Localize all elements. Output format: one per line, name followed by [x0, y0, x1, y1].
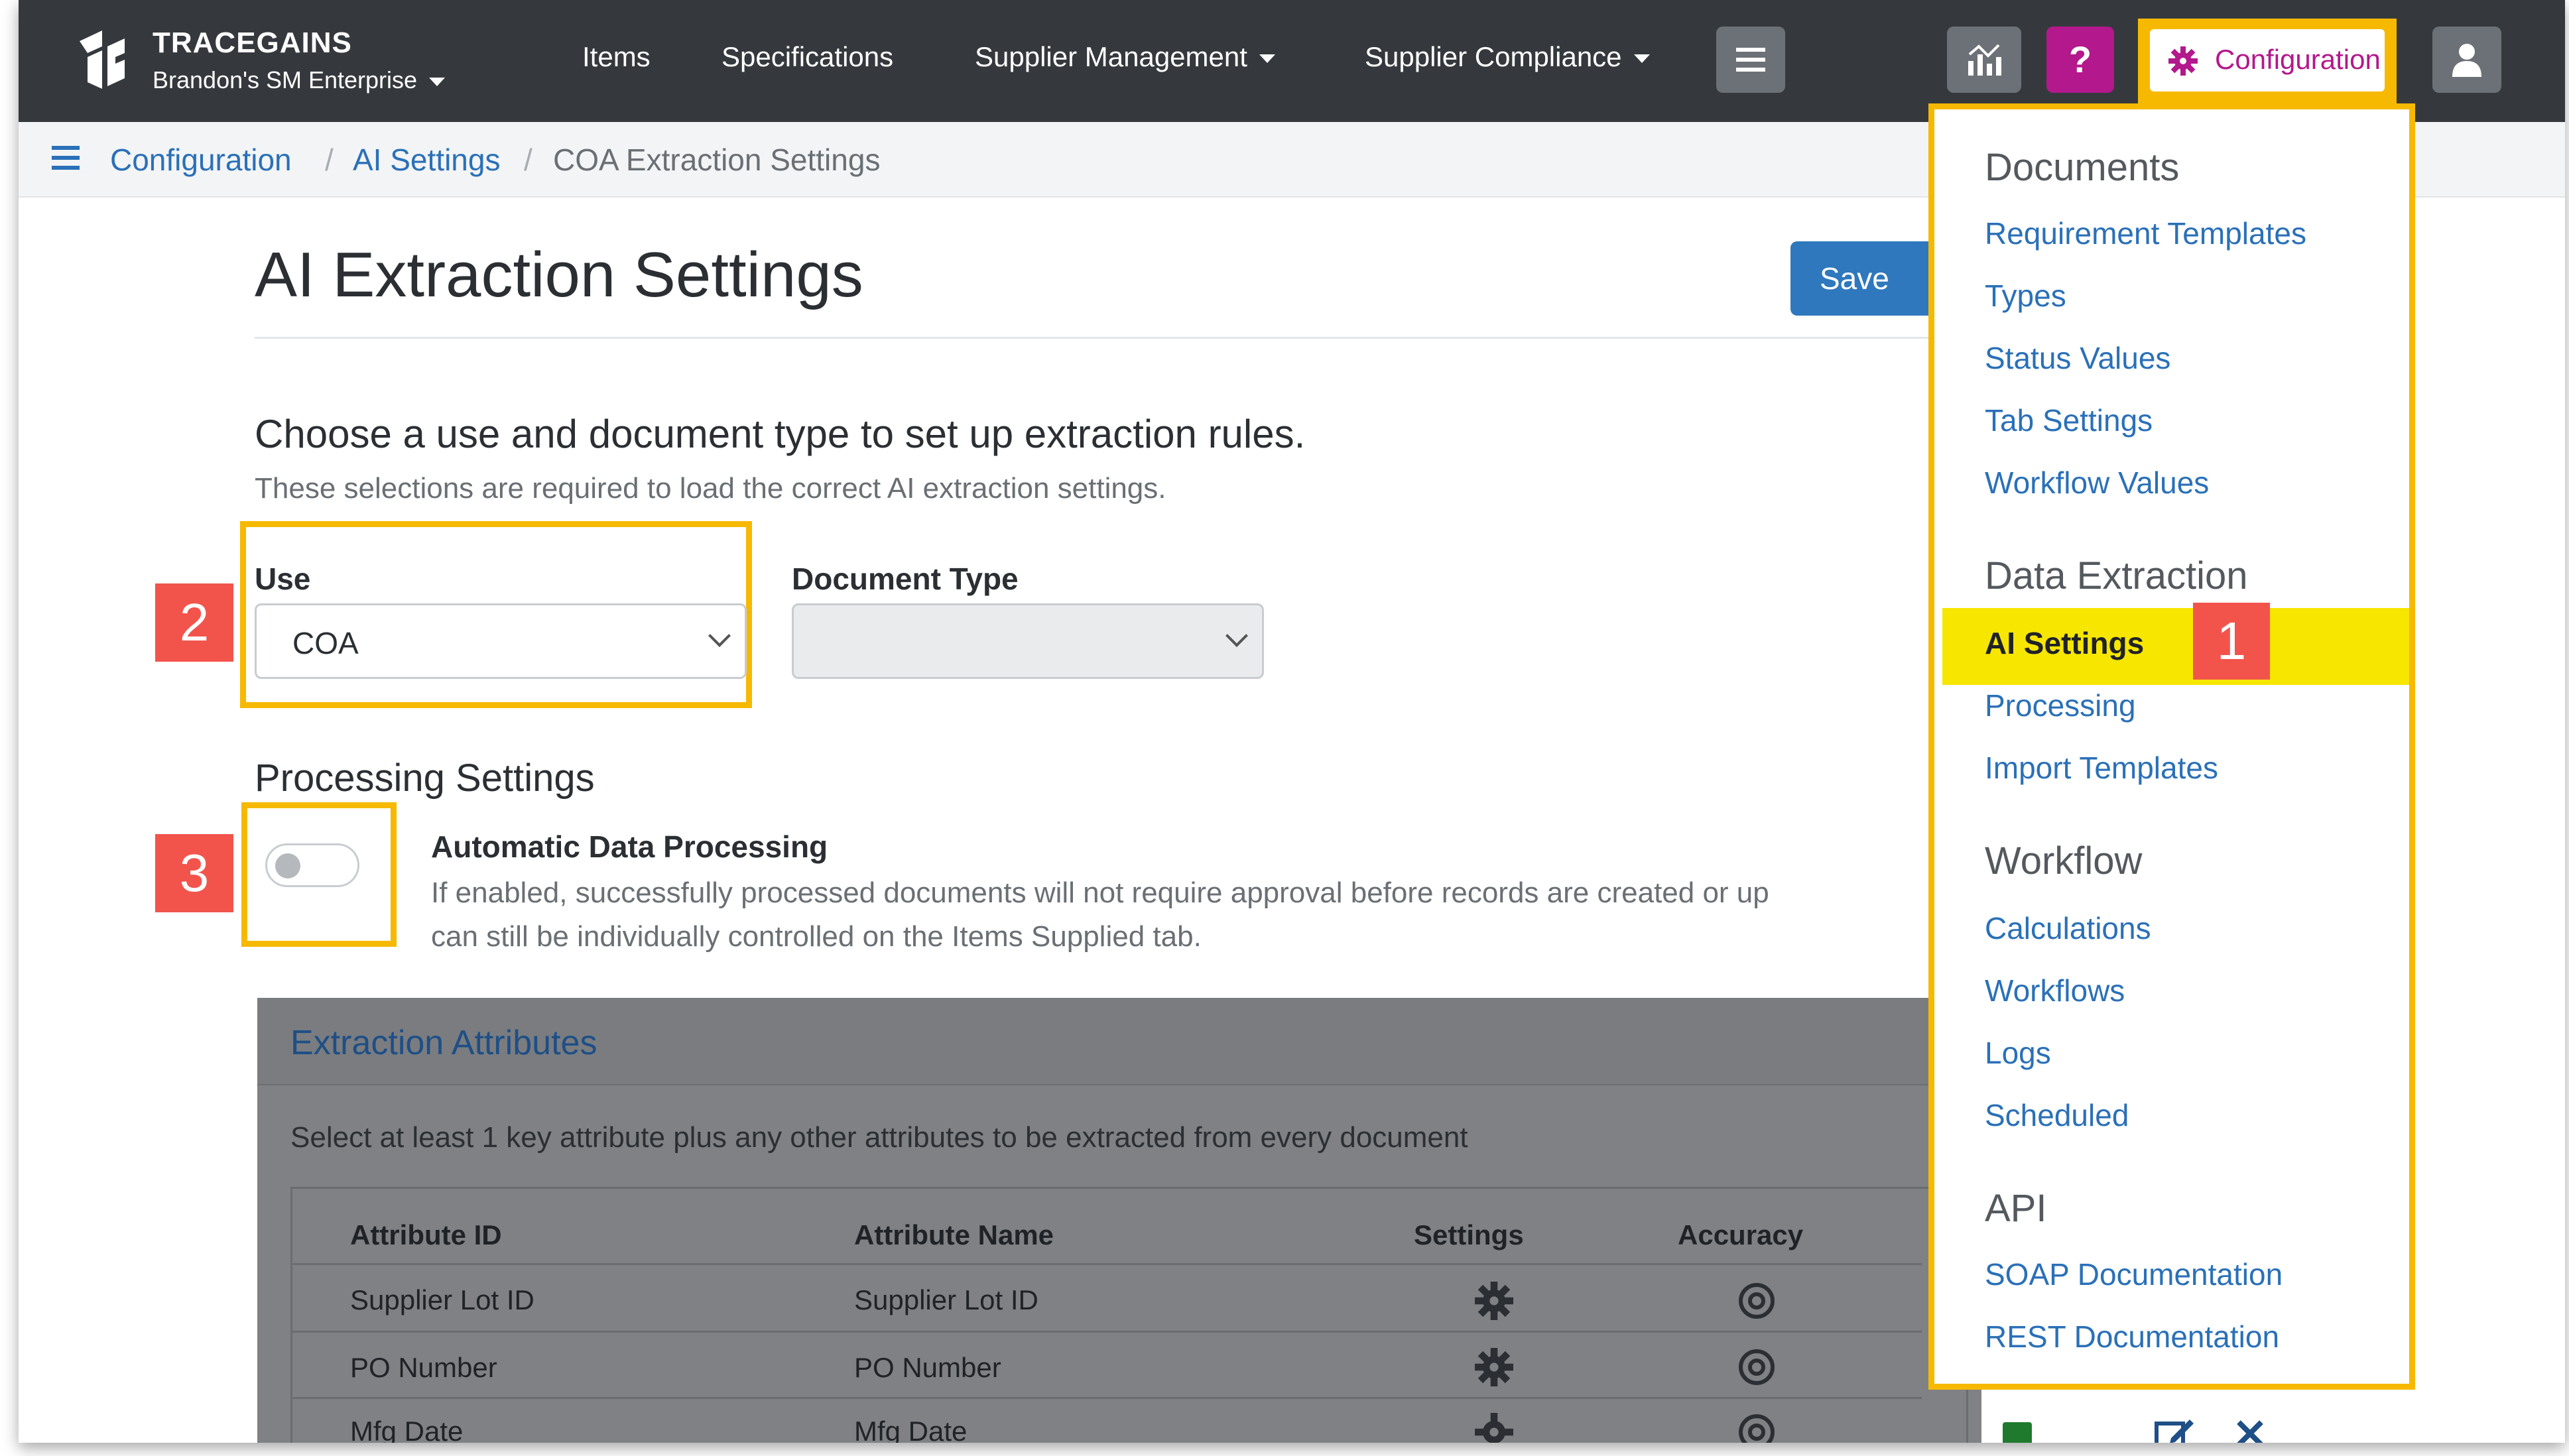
tracegains-logo-icon[interactable] — [68, 27, 134, 93]
delete-icon[interactable] — [2233, 1417, 2267, 1443]
menu-heading-api: API — [1985, 1187, 2047, 1230]
menu-item-scheduled[interactable]: Scheduled — [1985, 1097, 2129, 1133]
row-1-name: Supplier Lot ID — [854, 1284, 1038, 1315]
enterprise-switcher[interactable]: Brandon's SM Enterprise — [153, 66, 446, 94]
processing-heading: Processing Settings — [255, 757, 595, 800]
row-3-name: Mfg Date — [854, 1416, 968, 1443]
breadcrumb-separator: / — [325, 143, 334, 177]
page-title: AI Extraction Settings — [255, 239, 863, 310]
row-2-id: PO Number — [350, 1352, 497, 1383]
menu-item-logs[interactable]: Logs — [1985, 1035, 2051, 1071]
document-type-label: Document Type — [792, 562, 1019, 596]
menu-heading-documents: Documents — [1985, 146, 2180, 189]
gear-icon — [2168, 46, 2198, 76]
col-attribute-id: Attribute ID — [350, 1219, 502, 1250]
panel-subtitle: Select at least 1 key attribute plus any… — [290, 1121, 1468, 1154]
nav-specifications[interactable]: Specifications — [721, 41, 893, 73]
nav-supplier-management[interactable]: Supplier Management — [975, 41, 1275, 73]
chevron-down-icon — [1225, 625, 1248, 647]
configuration-button[interactable]: Configuration — [2150, 29, 2385, 91]
panel-header: Extraction Attributes — [257, 998, 1981, 1085]
menu-item-requirement-templates[interactable]: Requirement Templates — [1985, 215, 2306, 251]
col-accuracy: Accuracy — [1678, 1219, 1804, 1250]
auto-processing-toggle[interactable] — [265, 843, 359, 887]
menu-heading-data-extraction: Data Extraction — [1985, 554, 2248, 597]
choose-heading: Choose a use and document type to set up… — [255, 412, 1306, 456]
sidebar-toggle-icon[interactable] — [52, 145, 80, 171]
menu-item-calculations[interactable]: Calculations — [1985, 910, 2151, 946]
gear-icon[interactable] — [1475, 1282, 1513, 1320]
auto-processing-desc-2: can still be individually controlled on … — [431, 920, 1202, 953]
target-icon[interactable] — [1737, 1282, 1776, 1320]
analytics-button[interactable] — [1947, 27, 2021, 93]
app-window: TRACEGAINS Brandon's SM Enterprise Items… — [19, 0, 2565, 1443]
row-2-name: PO Number — [854, 1352, 1001, 1383]
auto-processing-desc-1: If enabled, successfully processed docum… — [431, 877, 1769, 909]
user-menu-button[interactable] — [2432, 27, 2501, 93]
panel-title: Extraction Attributes — [290, 1024, 597, 1062]
use-label: Use — [255, 562, 311, 596]
nav-items[interactable]: Items — [582, 41, 651, 73]
breadcrumb-separator: / — [524, 143, 533, 177]
menu-item-status-values[interactable]: Status Values — [1985, 340, 2170, 376]
chart-icon — [1968, 44, 2001, 76]
use-select-value: COA — [292, 626, 359, 660]
gear-icon[interactable] — [1475, 1413, 1513, 1443]
menu-heading-workflow: Workflow — [1985, 839, 2143, 882]
nav-supplier-compliance-label: Supplier Compliance — [1365, 41, 1622, 72]
row-divider — [290, 1397, 1922, 1399]
title-divider — [255, 337, 1952, 339]
row-divider — [290, 1331, 1922, 1333]
row-3-id: Mfg Date — [350, 1416, 464, 1443]
gear-icon[interactable] — [1475, 1348, 1513, 1386]
extraction-attributes-panel: Extraction Attributes Select at least 1 … — [257, 998, 2263, 1443]
chevron-down-icon — [1633, 54, 1650, 64]
more-menu-button[interactable] — [1716, 27, 1785, 93]
brand-name: TRACEGAINS — [153, 27, 352, 59]
menu-item-rest-documentation[interactable]: REST Documentation — [1985, 1319, 2279, 1355]
auto-processing-label: Automatic Data Processing — [431, 829, 828, 864]
menu-item-workflows[interactable]: Workflows — [1985, 973, 2125, 1008]
checkbox-checked-icon[interactable] — [2003, 1422, 2032, 1443]
annotation-badge-2: 2 — [155, 583, 233, 662]
nav-supplier-compliance[interactable]: Supplier Compliance — [1365, 41, 1650, 73]
annotation-badge-3: 3 — [155, 834, 233, 912]
save-button[interactable]: Save — [1790, 241, 1950, 316]
menu-item-types[interactable]: Types — [1985, 278, 2066, 314]
menu-item-manage-keys[interactable]: Manage Keys — [1985, 1381, 2171, 1384]
breadcrumb-ai-settings[interactable]: AI Settings — [353, 142, 500, 178]
nav-supplier-management-label: Supplier Management — [975, 41, 1247, 72]
document-type-select[interactable] — [792, 603, 1264, 679]
chevron-down-icon — [429, 77, 446, 86]
menu-item-ai-settings[interactable]: AI Settings — [1985, 625, 2144, 661]
edit-icon[interactable] — [2154, 1414, 2196, 1443]
breadcrumb-configuration[interactable]: Configuration — [110, 142, 292, 178]
configuration-dropdown-menu: Documents Requirement Templates Types St… — [1928, 103, 2415, 1390]
menu-item-processing[interactable]: Processing — [1985, 688, 2136, 723]
breadcrumb-current: COA Extraction Settings — [553, 143, 881, 177]
col-attribute-name: Attribute Name — [854, 1219, 1054, 1250]
annotation-badge-1: 1 — [2193, 603, 2270, 680]
menu-item-workflow-values[interactable]: Workflow Values — [1985, 465, 2209, 501]
use-select[interactable]: COA — [255, 603, 747, 679]
configuration-label: Configuration — [2215, 44, 2381, 75]
toggle-knob — [275, 853, 300, 879]
menu-item-tab-settings[interactable]: Tab Settings — [1985, 402, 2153, 438]
target-icon[interactable] — [1737, 1413, 1776, 1443]
user-icon — [2452, 44, 2481, 77]
row-1-id: Supplier Lot ID — [350, 1284, 534, 1315]
target-icon[interactable] — [1737, 1348, 1776, 1386]
hamburger-icon — [1736, 48, 1765, 72]
col-settings: Settings — [1414, 1219, 1524, 1250]
chevron-down-icon — [708, 625, 731, 647]
choose-subtext: These selections are required to load th… — [255, 472, 1166, 505]
menu-item-import-templates[interactable]: Import Templates — [1985, 750, 2218, 786]
header-divider — [290, 1263, 1922, 1265]
chevron-down-icon — [1259, 54, 1275, 64]
menu-item-soap-documentation[interactable]: SOAP Documentation — [1985, 1256, 2283, 1292]
enterprise-name: Brandon's SM Enterprise — [153, 66, 418, 93]
help-button[interactable]: ? — [2046, 27, 2114, 93]
